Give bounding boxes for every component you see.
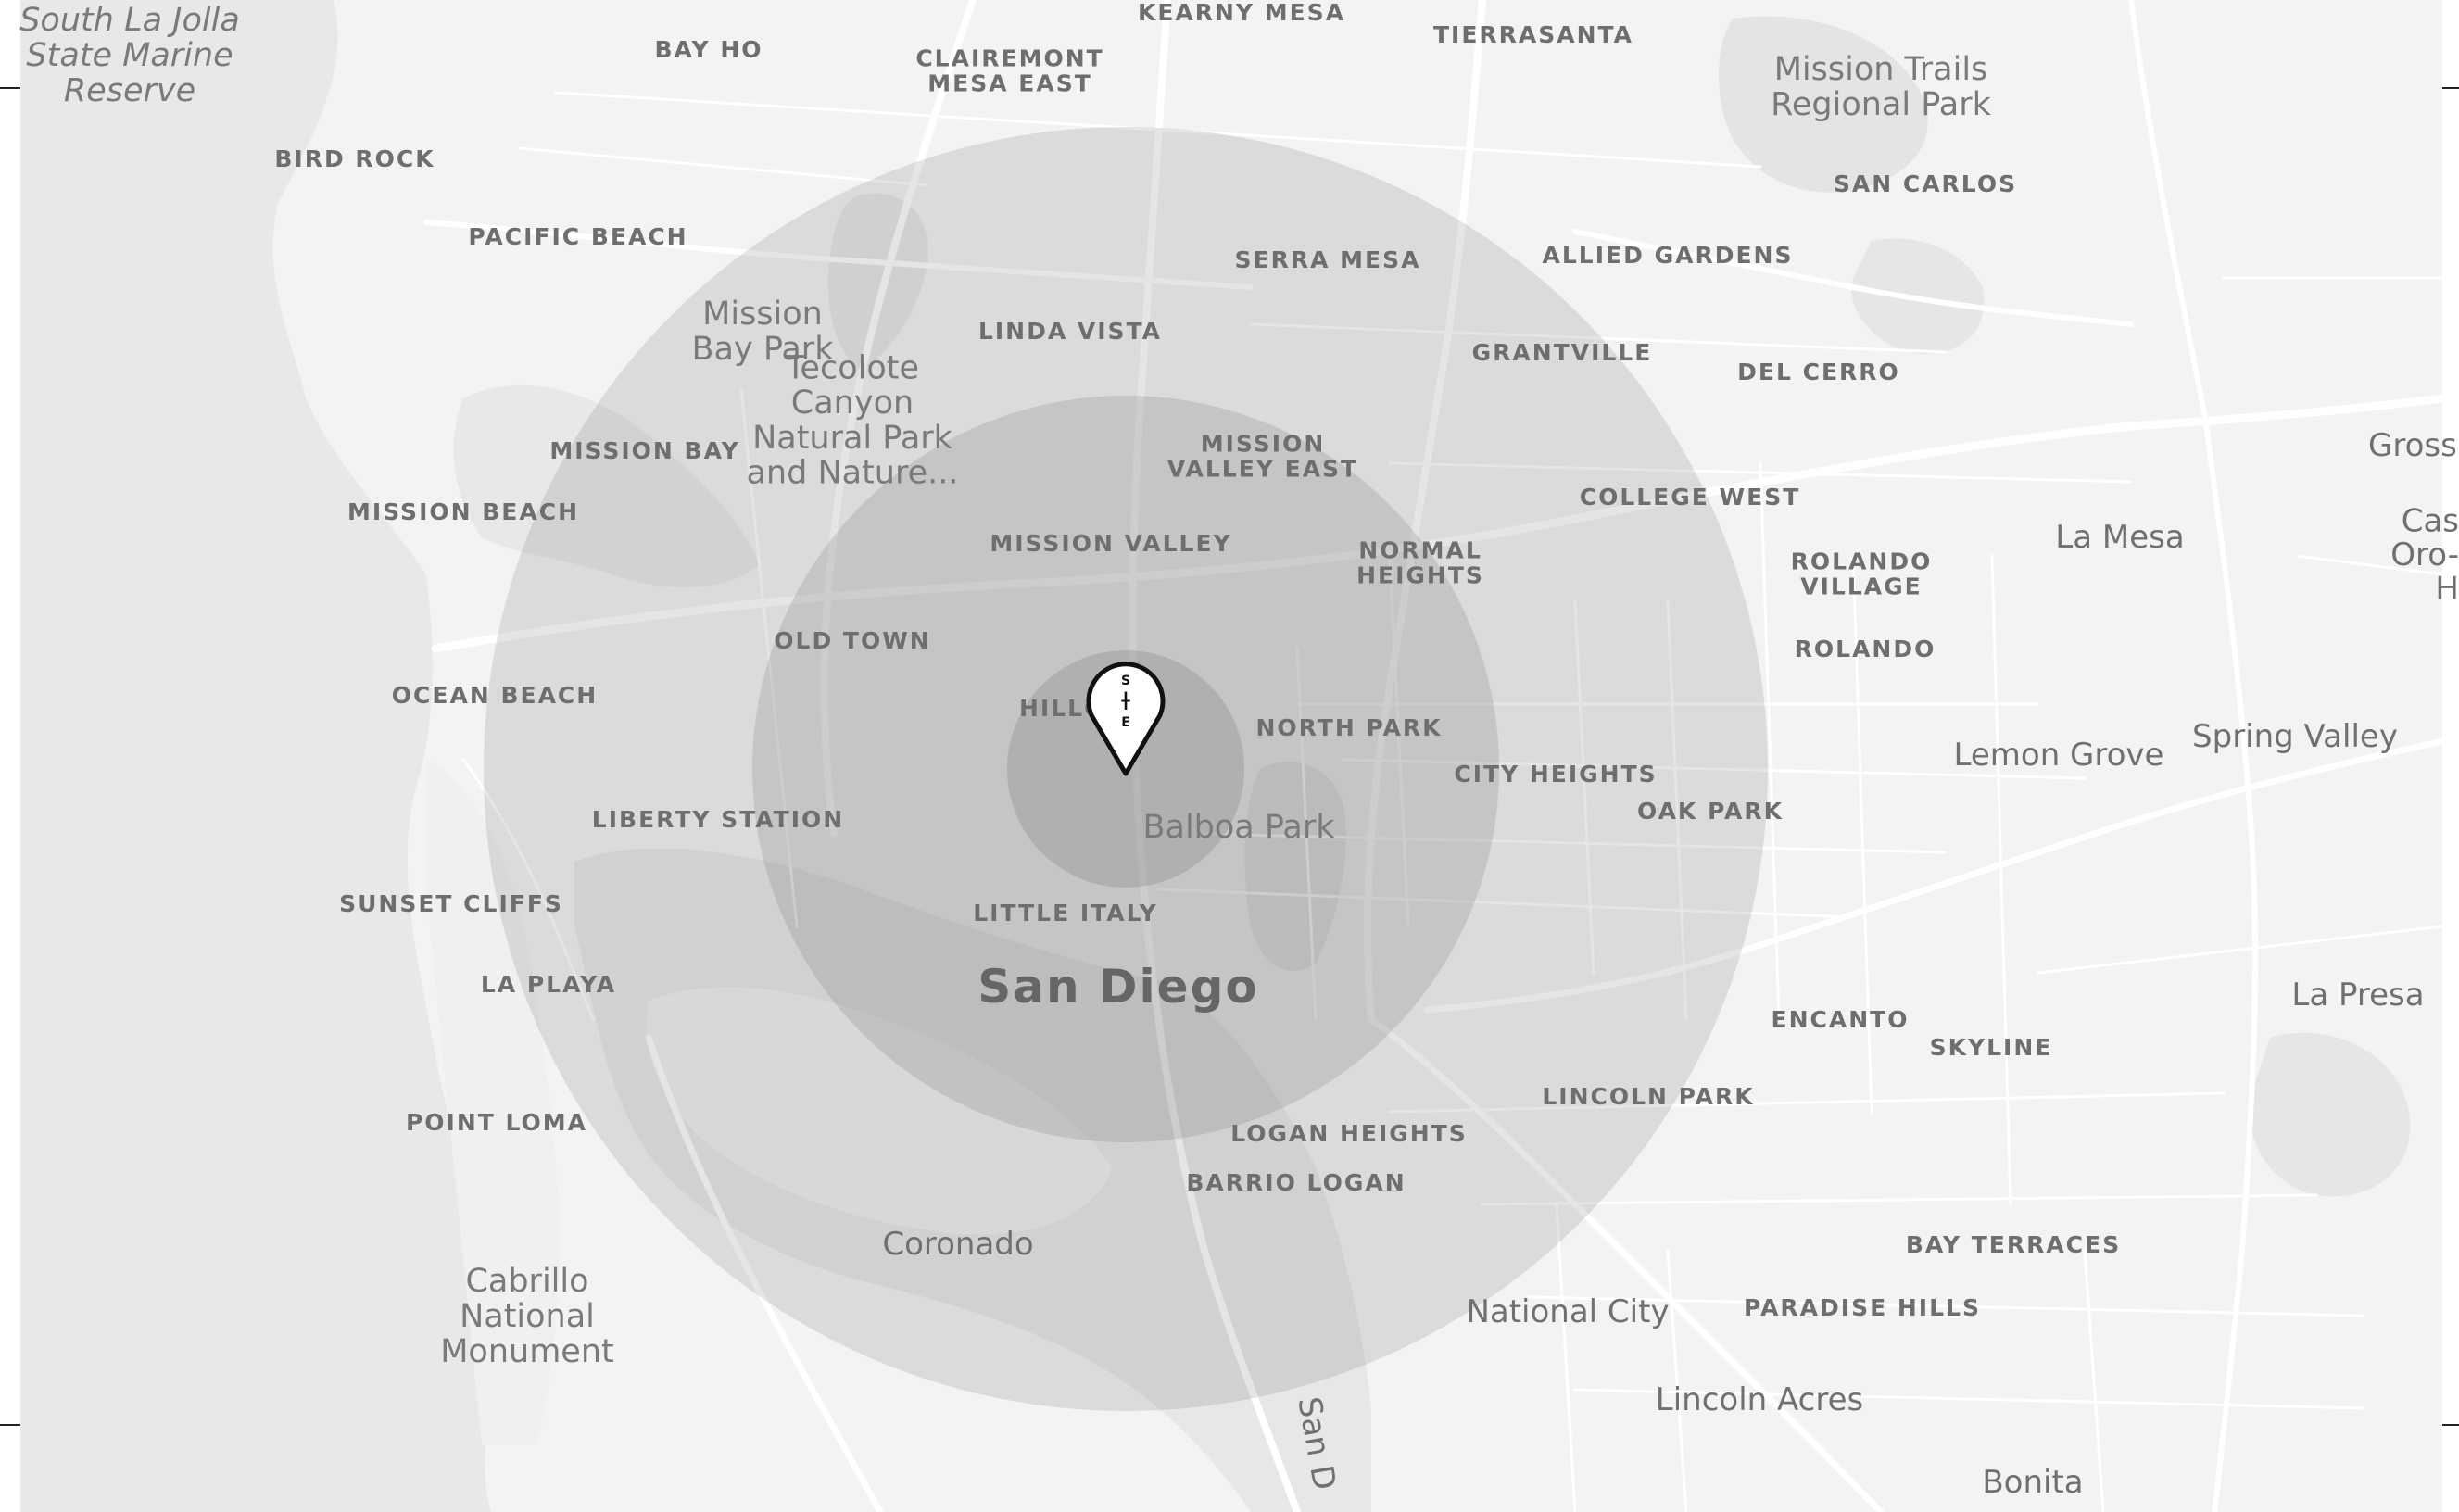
label-cabrillo: Cabrillo National Monument (440, 1263, 614, 1370)
site-letter-e: E (1121, 715, 1130, 730)
label-clairemont-mesa-east: CLAIREMONT MESA EAST (915, 45, 1103, 97)
label-bay-terraces: BAY TERRACES (1906, 1231, 2121, 1258)
label-little-italy: LITTLE ITALY (973, 900, 1158, 926)
label-san-carlos: SAN CARLOS (1834, 170, 2017, 197)
label-rolando-village: ROLANDO VILLAGE (1791, 548, 1933, 600)
label-grossmont: Grossmont (2368, 427, 2459, 464)
label-spring-valley: Spring Valley (2192, 718, 2398, 755)
label-balboa-park: Balboa Park (1142, 809, 1335, 846)
label-serra-mesa: SERRA MESA (1235, 246, 1421, 273)
label-la-presa: La Presa (2291, 976, 2424, 1014)
label-ocean-beach: OCEAN BEACH (392, 682, 598, 709)
label-bay-ho: BAY HO (655, 36, 763, 63)
label-kearny-mesa: KEARNY MESA (1138, 0, 1345, 26)
map-canvas[interactable]: KEARNY MESA TIERRASANTA BAY HO CLAIREMON… (0, 0, 2459, 1512)
label-mission-beach: MISSION BEACH (347, 498, 579, 525)
label-skyline: SKYLINE (1930, 1034, 2053, 1061)
label-pacific-beach: PACIFIC BEACH (468, 223, 687, 250)
label-liberty-station: LIBERTY STATION (592, 806, 844, 833)
label-national-city: National City (1466, 1293, 1669, 1330)
label-logan-heights: LOGAN HEIGHTS (1230, 1120, 1468, 1147)
label-tierrasanta: TIERRASANTA (1433, 21, 1633, 48)
label-sunset-cliffs: SUNSET CLIFFS (339, 890, 563, 917)
label-barrio-logan: BARRIO LOGAN (1186, 1169, 1406, 1196)
site-letter-s: S (1121, 674, 1130, 688)
label-oak-park: OAK PARK (1637, 798, 1784, 825)
label-coronado: Coronado (882, 1226, 1033, 1263)
label-normal-heights: NORMAL HEIGHTS (1356, 537, 1484, 589)
label-la-mesa: La Mesa (2055, 519, 2184, 556)
label-paradise-hills: PARADISE HILLS (1744, 1294, 1981, 1321)
label-bonita: Bonita (1982, 1464, 2083, 1501)
label-lincoln-park: LINCOLN PARK (1542, 1083, 1754, 1110)
label-del-cerro: DEL CERRO (1737, 359, 1900, 385)
label-bird-rock: BIRD ROCK (274, 145, 435, 172)
label-san-diego: San Diego (977, 960, 1258, 1014)
label-encanto: ENCANTO (1772, 1006, 1910, 1033)
label-mission-trails: Mission Trails Regional Park (1771, 51, 1991, 123)
label-city-heights: CITY HEIGHTS (1454, 761, 1657, 788)
label-grantville: GRANTVILLE (1472, 339, 1653, 366)
label-mission-bay: MISSION BAY (549, 437, 739, 464)
label-rolando: ROLANDO (1795, 636, 1936, 662)
label-linda-vista: LINDA VISTA (978, 318, 1162, 345)
label-la-playa: LA PLAYA (481, 971, 616, 998)
label-lincoln-acres: Lincoln Acres (1656, 1381, 1863, 1418)
label-point-loma: POINT LOMA (406, 1109, 587, 1136)
label-old-town: OLD TOWN (774, 627, 930, 654)
site-letter-t: T (1121, 699, 1130, 713)
label-college-west: COLLEGE WEST (1580, 484, 1801, 510)
label-north-park: NORTH PARK (1256, 714, 1443, 741)
label-lemon-grove: Lemon Grove (1954, 737, 2164, 774)
label-mission-valley: MISSION VALLEY (990, 530, 1231, 557)
label-allied-gardens: ALLIED GARDENS (1543, 242, 1794, 269)
